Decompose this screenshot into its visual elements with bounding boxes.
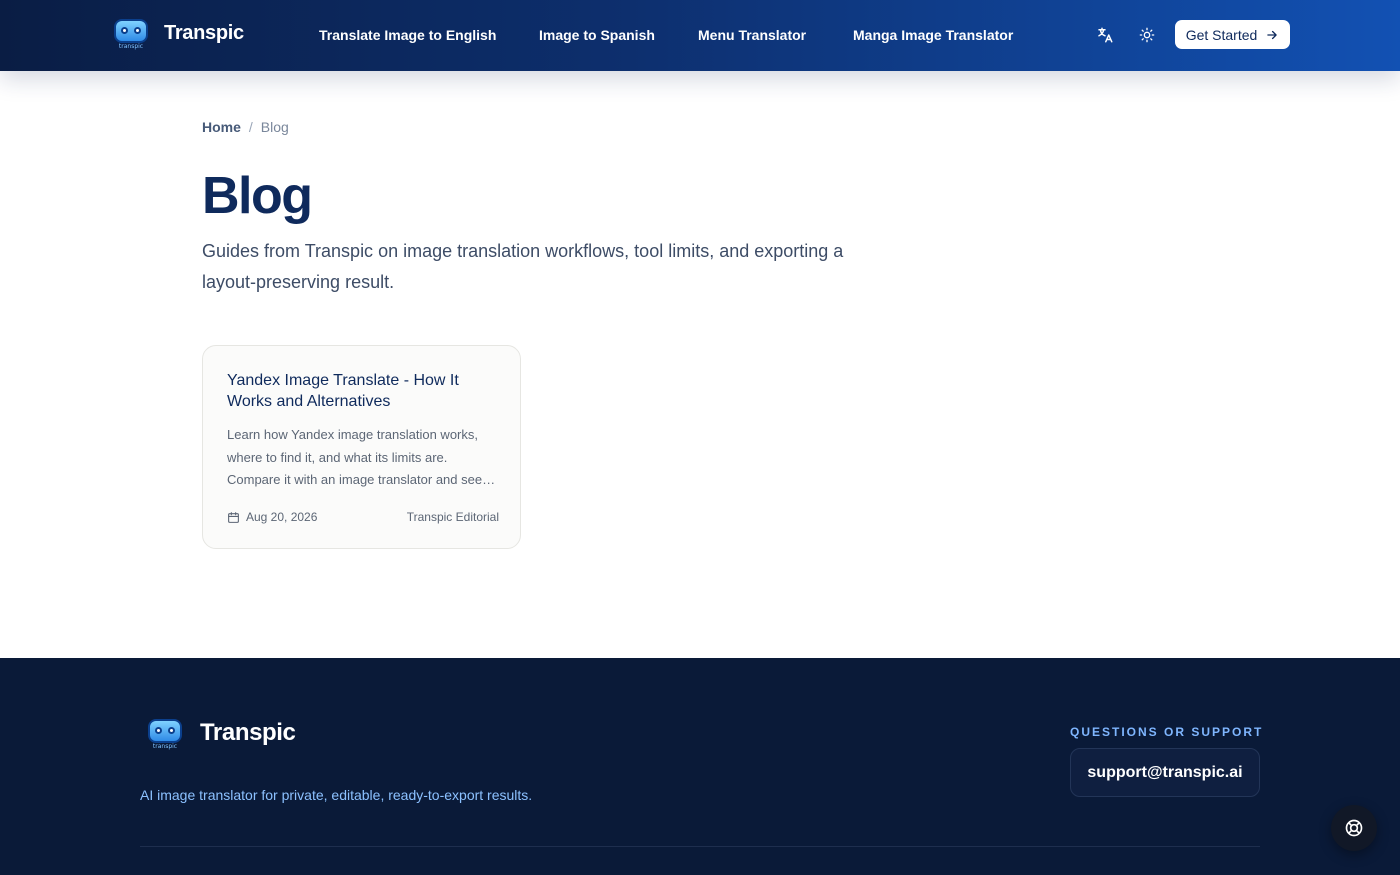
- page-description: Guides from Transpic on image translatio…: [202, 241, 844, 292]
- get-started-label: Get Started: [1185, 26, 1258, 43]
- footer-logo-icon: transpic: [146, 716, 184, 750]
- calendar-icon: [228, 511, 239, 523]
- breadcrumb-home[interactable]: Home: [202, 119, 241, 135]
- post-excerpt: Learn how Yandex image translation works…: [227, 427, 483, 487]
- arrow-right-icon: [1267, 30, 1278, 39]
- nav-manga-image-translator[interactable]: Manga Image Translator: [853, 27, 1013, 43]
- post-author: Transpic Editorial: [406, 510, 499, 524]
- lifebuoy-icon: [1345, 819, 1363, 837]
- help-button[interactable]: [1331, 805, 1377, 851]
- footer-brand[interactable]: transpic Transpic: [146, 716, 296, 750]
- footer-brand-name: Transpic: [200, 719, 296, 746]
- breadcrumb: Home / Blog: [202, 119, 289, 135]
- footer-tagline: AI image translator for private, editabl…: [140, 787, 533, 803]
- logo-icon: transpic: [112, 16, 150, 50]
- blog-post-card[interactable]: Yandex Image Translate - How It Works an…: [202, 345, 521, 549]
- footer-divider: [140, 846, 1260, 847]
- page-title: Blog: [202, 167, 313, 225]
- breadcrumb-separator: /: [248, 119, 253, 135]
- sun-icon[interactable]: [1136, 24, 1158, 46]
- nav-image-to-spanish[interactable]: Image to Spanish: [539, 27, 655, 43]
- site-footer: transpic Transpic AI image translator fo…: [0, 658, 1400, 875]
- support-label: QUESTIONS OR SUPPORT: [1070, 725, 1264, 739]
- post-meta: Aug 20, 2026 Transpic Editorial: [227, 510, 499, 524]
- nav-translate-image-to-english[interactable]: Translate Image to English: [319, 27, 496, 43]
- support-email-link[interactable]: support@transpic.ai: [1070, 748, 1260, 797]
- translate-icon[interactable]: [1094, 24, 1116, 46]
- get-started-button[interactable]: Get Started: [1175, 20, 1290, 49]
- post-title[interactable]: Yandex Image Translate - How It Works an…: [227, 370, 502, 412]
- brand-name: Transpic: [164, 21, 244, 44]
- nav-menu-translator[interactable]: Menu Translator: [698, 27, 806, 43]
- brand-link[interactable]: transpic Transpic: [112, 16, 244, 50]
- breadcrumb-current: Blog: [260, 119, 289, 135]
- post-date-text: Aug 20, 2026: [246, 510, 318, 524]
- site-header: transpic Transpic Translate Image to Eng…: [0, 0, 1400, 71]
- post-date: Aug 20, 2026: [227, 510, 317, 524]
